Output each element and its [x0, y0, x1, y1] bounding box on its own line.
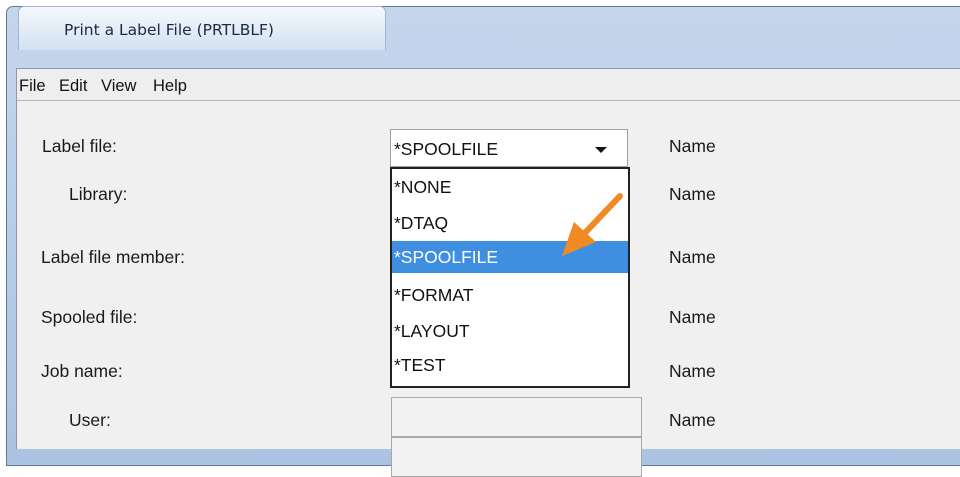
menu-help[interactable]: Help	[153, 77, 187, 96]
label-file-member-label: Label file member:	[41, 247, 185, 267]
user-label: User:	[69, 410, 111, 430]
chevron-down-icon[interactable]	[595, 147, 607, 153]
dropdown-option-layout[interactable]: *LAYOUT	[392, 315, 628, 347]
label-file-combo[interactable]: *SPOOLFILE	[390, 129, 628, 167]
menu-bar: File Edit View Help	[17, 69, 960, 101]
library-name-hint: Name	[669, 184, 716, 204]
window-client-area: File Edit View Help Label file: Library:…	[16, 68, 960, 477]
menu-file[interactable]: File	[19, 77, 46, 96]
menu-view[interactable]: View	[101, 77, 136, 96]
label-file-combo-value: *SPOOLFILE	[394, 139, 499, 159]
job-name-label: Job name:	[41, 361, 123, 381]
user-name-hint: Name	[669, 410, 716, 430]
job-name-hint: Name	[669, 361, 716, 381]
menu-edit[interactable]: Edit	[59, 77, 87, 96]
dropdown-option-format[interactable]: *FORMAT	[392, 279, 628, 311]
dropdown-option-test[interactable]: *TEST	[392, 349, 628, 381]
member-name-hint: Name	[669, 247, 716, 267]
spooled-file-label: Spooled file:	[41, 307, 138, 327]
next-input[interactable]	[391, 437, 642, 477]
library-label: Library:	[69, 184, 128, 204]
user-input[interactable]	[391, 397, 642, 437]
label-file-name-hint: Name	[669, 136, 716, 156]
label-file-label: Label file:	[42, 136, 117, 156]
arrow-pointer-icon	[562, 193, 623, 256]
window-title: Print a Label File (PRTLBLF)	[64, 21, 274, 39]
spooled-file-name-hint: Name	[669, 307, 716, 327]
